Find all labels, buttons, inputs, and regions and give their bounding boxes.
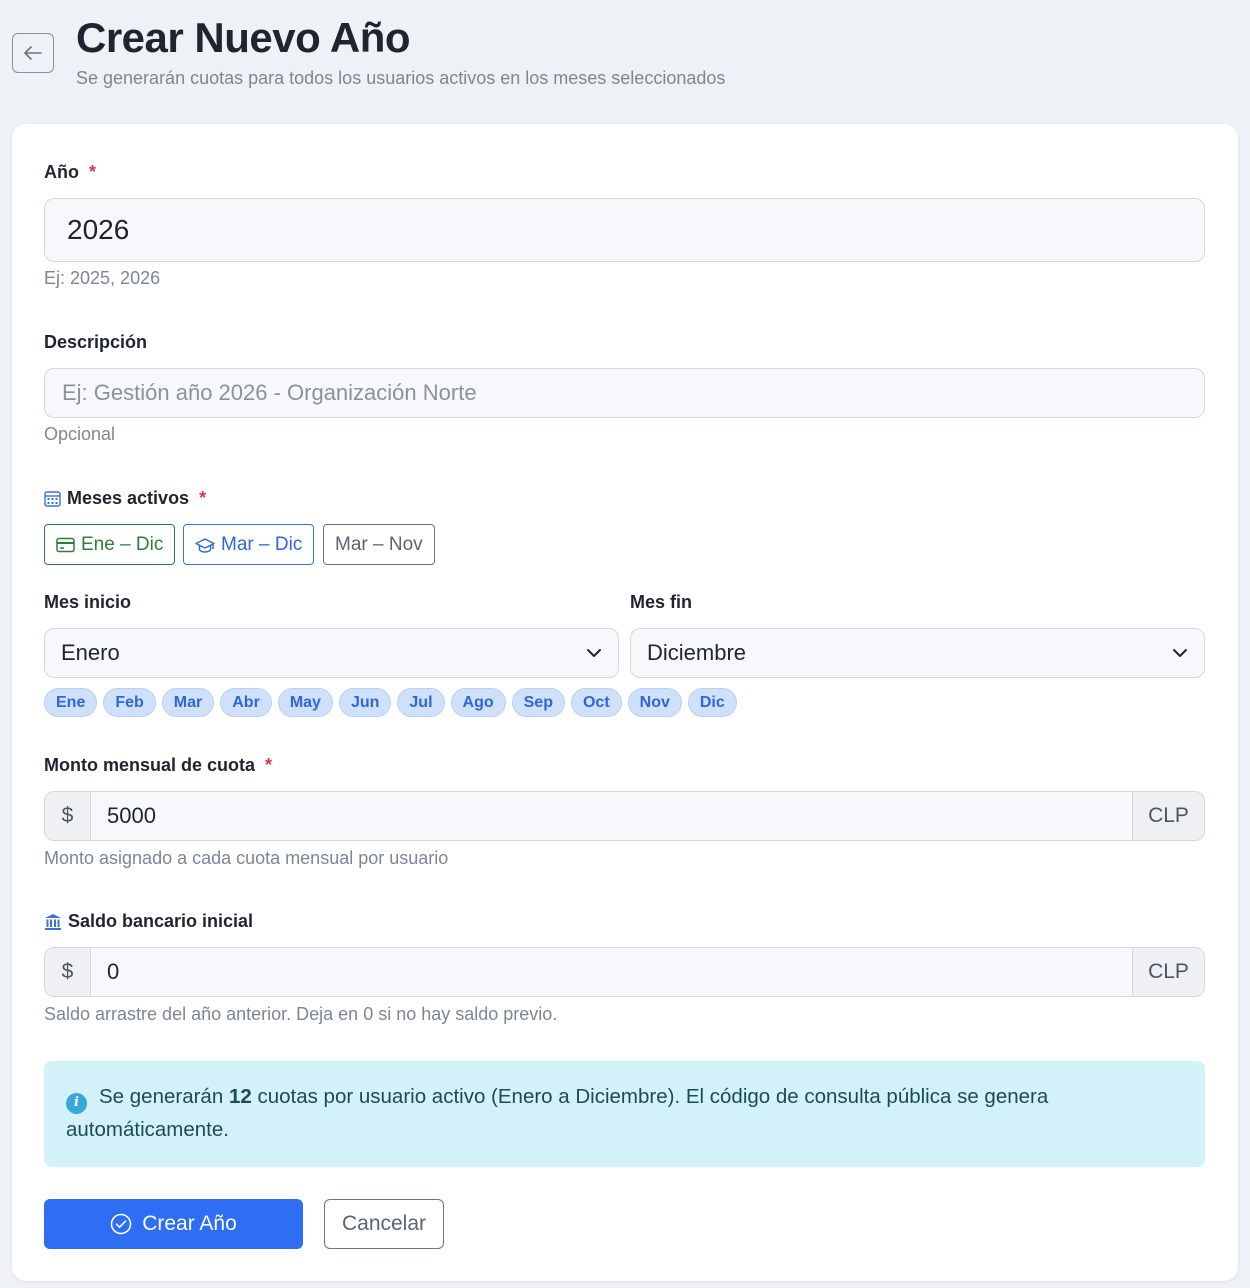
chevron-down-icon [587,649,601,657]
preset-label: Ene – Dic [81,533,164,555]
year-label-text: Año [44,162,79,182]
months-label: Meses activos * [44,488,206,509]
create-year-button[interactable]: Crear Año [44,1199,303,1249]
month-chip: Mar [161,688,215,717]
preset-ene-dic-button[interactable]: Ene – Dic [44,524,176,565]
required-marker: * [265,755,273,775]
month-chip: Ene [44,688,98,717]
amount-hint: Monto asignado a cada cuota mensual por … [44,848,449,868]
month-chips: Ene Feb Mar Abr May Jun Jul Ago Sep Oct … [44,688,737,717]
month-chip: Sep [511,688,565,717]
month-chip: Ago [450,688,506,717]
alert-text: Se generarán [99,1085,229,1108]
description-label: Descripción [44,332,147,353]
end-month-select[interactable]: Diciembre [630,628,1205,678]
balance-input-group: $ 0 CLP [44,947,1205,997]
balance-input[interactable]: 0 [91,948,1132,996]
description-input[interactable]: Ej: Gestión año 2026 - Organización Nort… [44,368,1205,418]
month-chip: Jul [397,688,445,717]
month-chip: Feb [103,688,156,717]
arrow-left-icon [24,46,42,60]
end-month-label-text: Mes fin [630,592,693,612]
form-card: Año * 2026 Ej: 2025, 2026 Descripción Ej:… [12,124,1238,1281]
start-month-label-text: Mes inicio [44,592,132,612]
month-chip: May [277,688,333,717]
month-chip: Dic [687,688,737,717]
calendar-icon [44,491,61,507]
month-chip: Nov [627,688,682,717]
description-label-text: Descripción [44,332,148,352]
month-chip: Abr [220,688,272,717]
preset-mar-dic-button[interactable]: Mar – Dic [183,524,315,565]
year-input[interactable]: 2026 [44,198,1205,262]
info-icon: i [66,1092,87,1114]
check-circle-icon [110,1213,132,1235]
cancel-button[interactable]: Cancelar [324,1199,444,1249]
alert-count: 12 [228,1085,252,1108]
month-chip: Jun [338,688,392,717]
amount-input[interactable]: 5000 [91,792,1132,840]
balance-hint: Saldo arrastre del año anterior. Deja en… [44,1004,558,1024]
months-label-text: Meses activos [67,488,190,508]
preset-mar-nov-button[interactable]: Mar – Nov [323,524,435,565]
currency-prefix: $ [45,948,91,996]
balance-label-text: Saldo bancario inicial [68,911,254,931]
balance-label: Saldo bancario inicial [44,911,253,932]
bank-icon [45,913,61,930]
year-label: Año * [44,162,96,183]
info-alert: i Se generarán 12 cuotas por usuario acti… [44,1061,1205,1167]
chevron-down-icon [1173,649,1187,657]
preset-label: Mar – Dic [221,533,303,555]
amount-label: Monto mensual de cuota * [44,755,272,776]
start-month-value: Enero [61,640,120,665]
start-month-label: Mes inicio [44,592,131,613]
end-month-value: Diciembre [647,640,747,665]
preset-label: Mar – Nov [335,533,423,555]
page-subtitle: Se generarán cuotas para todos los usuar… [76,68,726,88]
year-hint: Ej: 2025, 2026 [44,268,161,288]
required-marker: * [89,162,97,182]
page-title: Crear Nuevo Año [76,14,411,61]
currency-prefix: $ [45,792,91,840]
amount-label-text: Monto mensual de cuota [44,755,256,775]
graduation-cap-icon [195,537,215,553]
required-marker: * [199,488,207,508]
create-year-label: Crear Año [142,1212,237,1235]
description-hint: Opcional [44,424,116,444]
currency-suffix: CLP [1132,792,1204,840]
amount-input-group: $ 5000 CLP [44,791,1205,841]
credit-card-icon [56,537,75,552]
end-month-label: Mes fin [630,592,692,613]
month-chip: Oct [570,688,622,717]
currency-suffix: CLP [1132,948,1204,996]
back-button[interactable] [12,33,54,73]
start-month-select[interactable]: Enero [44,628,619,678]
